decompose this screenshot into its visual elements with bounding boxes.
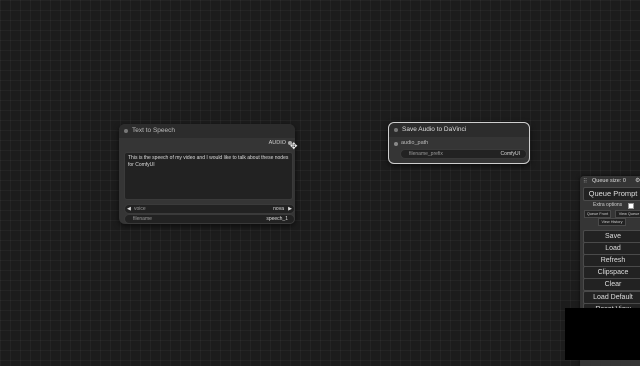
tts-node-title-bar[interactable]: Text to Speech [119,124,295,138]
audio-path-input-label: audio_path [401,140,429,146]
audio-path-input-slot[interactable] [394,142,398,146]
tts-node-title: Text to Speech [132,127,175,134]
filename-label: filename [133,216,152,222]
davinci-node-title-bar[interactable]: Save Audio to DaVinci [389,123,529,137]
view-queue-button[interactable]: View Queue [615,210,640,218]
tts-text-input[interactable]: This is the speech of my video and I wou… [124,152,293,200]
extra-options-label: Extra options [593,202,623,208]
collapse-dot-icon[interactable] [394,128,398,132]
filename-prefix-value: ComfyUI [500,151,520,157]
view-history-button[interactable]: View History [598,218,626,226]
queue-size-label: Queue size: 0 [592,178,626,184]
collapse-dot-icon[interactable] [124,129,128,133]
audio-output-label: AUDIO [268,140,286,146]
extra-options-checkbox[interactable] [628,203,634,209]
clear-button[interactable]: Clear [583,278,640,291]
voice-combo-widget[interactable]: ◀ voice nova ▶ [124,204,295,214]
overlay-black-region [565,308,640,360]
queue-front-button[interactable]: Queue Front [584,210,611,218]
filename-prefix-widget[interactable]: filename_prefix ComfyUI [400,149,527,159]
move-cursor-icon: ✥ [290,141,298,151]
voice-prev-arrow-icon[interactable]: ◀ [127,205,131,213]
davinci-node-title: Save Audio to DaVinci [402,126,467,133]
voice-next-arrow-icon[interactable]: ▶ [288,205,292,213]
save-audio-davinci-node[interactable]: Save Audio to DaVinci audio_path filenam… [388,122,530,164]
voice-value: nova [273,206,284,212]
voice-label: voice [134,206,146,212]
filename-value: speech_1 [266,216,288,222]
drag-handle-icon[interactable]: ⠿ [583,178,587,185]
settings-gear-icon[interactable]: ⚙ [635,177,640,184]
filename-prefix-label: filename_prefix [409,151,443,157]
filename-text-widget[interactable]: filename speech_1 [124,214,295,224]
queue-prompt-button[interactable]: Queue Prompt [583,187,640,201]
text-to-speech-node[interactable]: Text to Speech AUDIO This is the speech … [119,124,295,224]
